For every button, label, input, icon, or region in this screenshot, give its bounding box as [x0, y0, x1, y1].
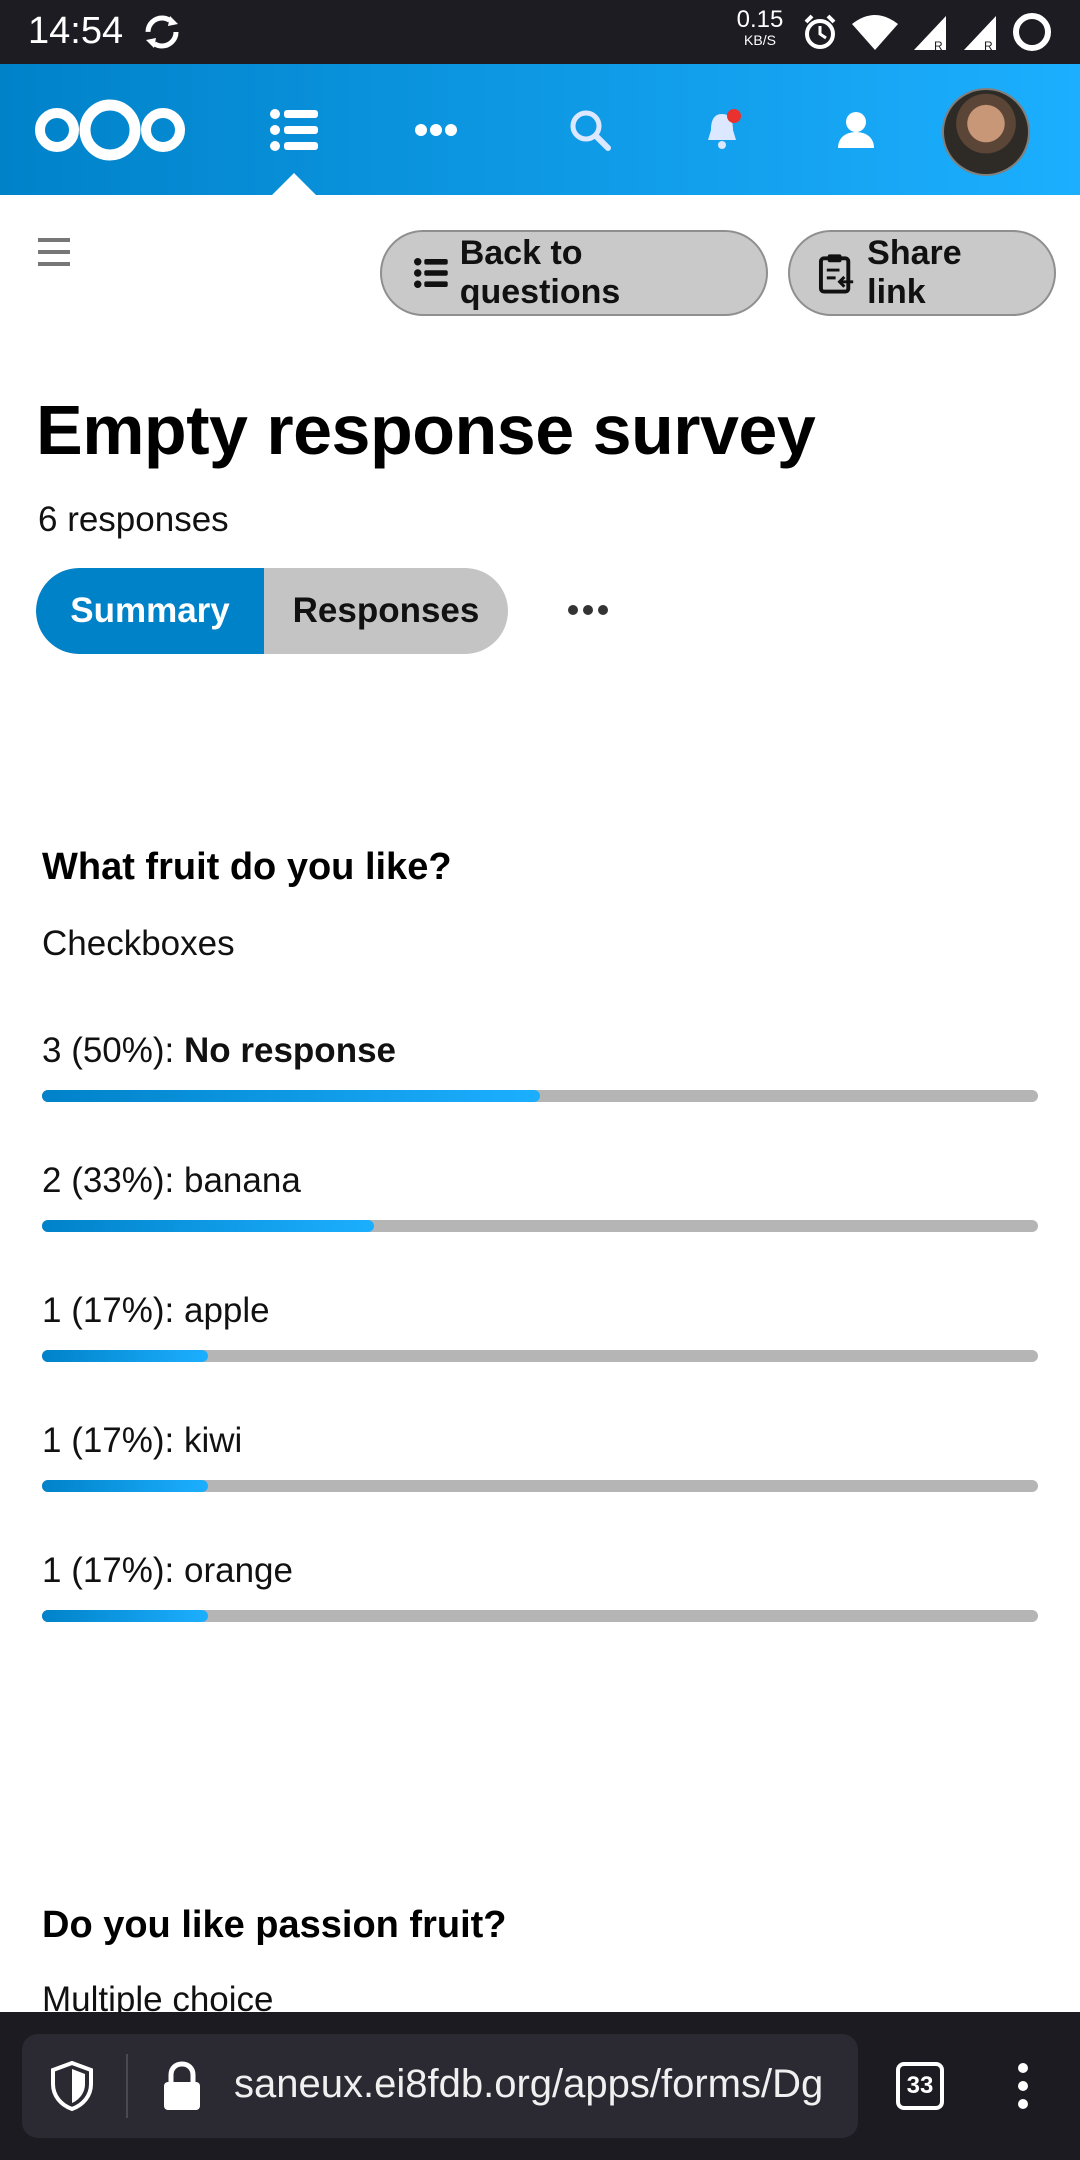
address-bar[interactable]: saneux.ei8fdb.org/apps/forms/Dg — [22, 2034, 858, 2138]
question-type: Checkboxes — [42, 924, 235, 963]
tab-responses[interactable]: Responses — [264, 568, 508, 654]
notifications-icon[interactable] — [682, 64, 762, 195]
list-icon — [414, 258, 448, 288]
app-header — [0, 64, 1080, 195]
active-app-indicator — [272, 173, 316, 195]
sync-icon — [140, 10, 184, 59]
share-link-button[interactable]: Share link — [788, 230, 1056, 316]
answer-bar — [42, 1090, 1038, 1102]
status-bar: 14:54 0.15 KB/S R R — [0, 0, 1080, 64]
shield-icon[interactable] — [48, 2060, 96, 2117]
answer-count: 1 (17%): — [42, 1551, 184, 1590]
more-apps-icon[interactable] — [396, 64, 476, 195]
answer-row: 3 (50%): No response — [42, 1030, 1038, 1102]
clipboard-icon — [818, 254, 854, 294]
tab-summary[interactable]: Summary — [36, 568, 264, 654]
avatar[interactable] — [942, 88, 1030, 176]
overflow-menu-icon[interactable] — [1016, 2062, 1030, 2115]
answer-row: 1 (17%): kiwi — [42, 1420, 1038, 1492]
answer-bar-fill — [42, 1480, 209, 1492]
question-title: What fruit do you like? — [42, 846, 452, 888]
answer-bar-fill — [42, 1350, 209, 1362]
nextcloud-logo-icon[interactable] — [30, 64, 190, 195]
answer-bar-fill — [42, 1610, 209, 1622]
answer-label: apple — [184, 1291, 270, 1330]
alarm-icon — [804, 14, 836, 49]
signal-icon-2: R — [964, 16, 996, 52]
answer-row: 2 (33%): banana — [42, 1160, 1038, 1232]
answer-bar — [42, 1350, 1038, 1362]
search-icon[interactable] — [550, 64, 630, 195]
network-speed-unit: KB/S — [744, 32, 776, 48]
answer-bar — [42, 1480, 1038, 1492]
svg-text:R: R — [934, 39, 943, 52]
page-title: Empty response survey — [36, 391, 816, 469]
answer-bar — [42, 1220, 1038, 1232]
answer-bar-fill — [42, 1090, 540, 1102]
answer-bar-fill — [42, 1220, 374, 1232]
answer-label: No response — [184, 1031, 396, 1070]
answer-label: orange — [184, 1551, 293, 1590]
answer-count: 1 (17%): — [42, 1291, 184, 1330]
answer-label: banana — [184, 1161, 301, 1200]
answer-bar — [42, 1610, 1038, 1622]
question-title: Do you like passion fruit? — [42, 1904, 507, 1946]
url-text[interactable]: saneux.ei8fdb.org/apps/forms/Dg — [234, 2062, 823, 2107]
lock-icon[interactable] — [160, 2060, 204, 2117]
network-speed: 0.15 KB/S — [732, 6, 788, 49]
tab-count-button[interactable]: 33 — [896, 2062, 944, 2110]
status-time: 14:54 — [28, 10, 124, 52]
status-icons: R R — [800, 8, 1054, 56]
more-actions-icon[interactable] — [566, 592, 610, 633]
back-to-questions-label: Back to questions — [459, 234, 621, 311]
answer-count: 2 (33%): — [42, 1161, 184, 1200]
signal-icon: R — [914, 16, 946, 52]
back-to-questions-button[interactable]: Back to questions — [380, 230, 768, 316]
browser-toolbar: saneux.ei8fdb.org/apps/forms/Dg 33 — [0, 2012, 1080, 2160]
view-tabs: Summary Responses — [36, 568, 508, 654]
answer-row: 1 (17%): apple — [42, 1290, 1038, 1362]
share-link-label: Share link — [867, 234, 962, 311]
answer-row: 1 (17%): orange — [42, 1550, 1038, 1622]
contacts-icon[interactable] — [814, 64, 894, 195]
answer-label: kiwi — [184, 1421, 243, 1460]
menu-icon[interactable] — [36, 234, 74, 275]
wifi-icon — [852, 15, 898, 50]
responses-count: 6 responses — [38, 500, 229, 539]
answer-count: 1 (17%): — [42, 1421, 184, 1460]
svg-text:R: R — [984, 39, 993, 52]
network-speed-value: 0.15 — [736, 6, 784, 33]
url-divider — [126, 2054, 128, 2118]
answer-count: 3 (50%): — [42, 1031, 184, 1070]
battery-icon — [1013, 13, 1051, 51]
